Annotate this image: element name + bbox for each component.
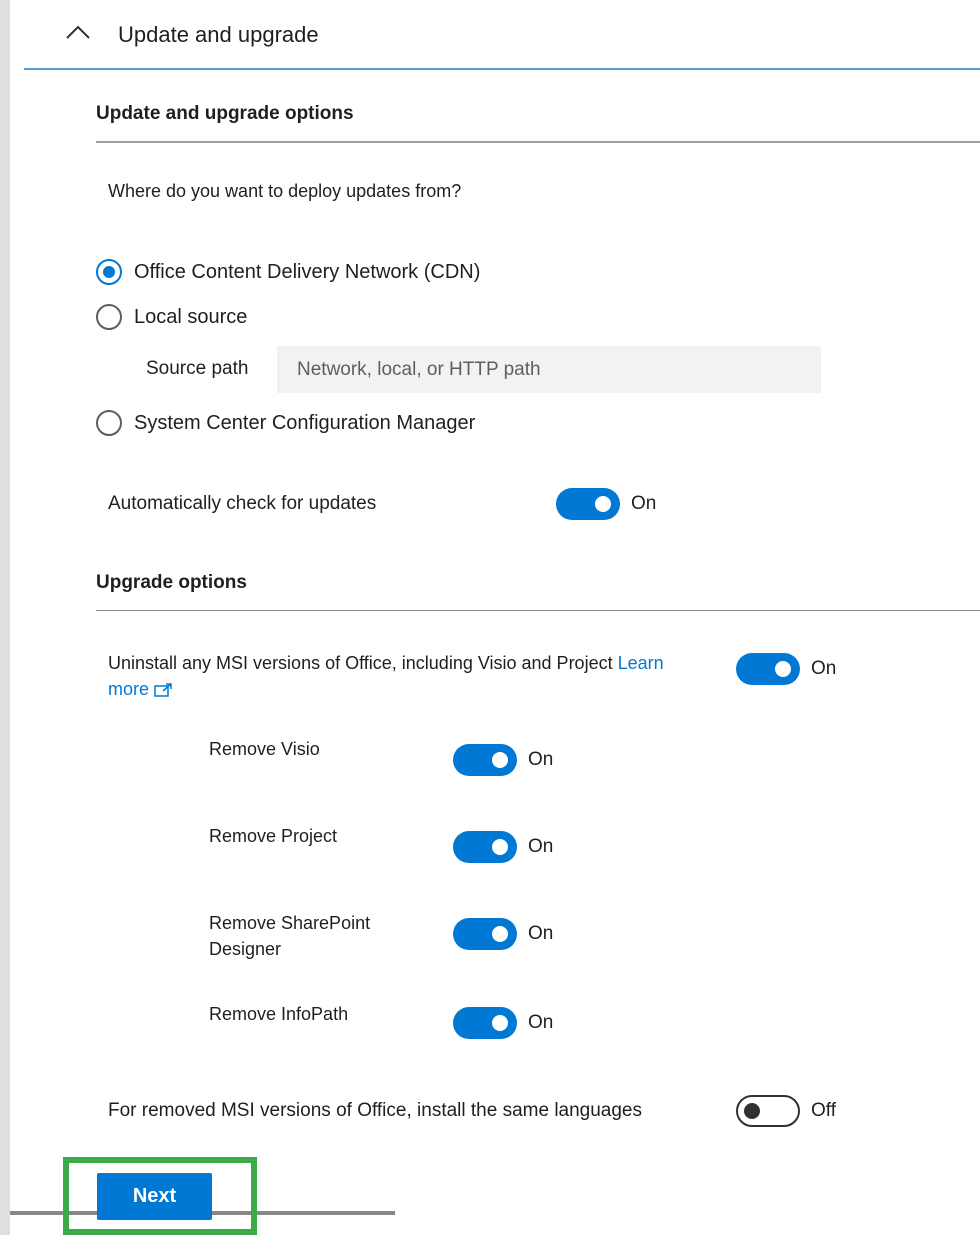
radio-local-source[interactable]: [96, 304, 122, 330]
auto-check-state: On: [631, 493, 657, 514]
update-options-heading: Update and upgrade options: [96, 103, 354, 124]
radio-local-source-label[interactable]: Local source: [134, 306, 247, 329]
radio-cdn-label[interactable]: Office Content Delivery Network (CDN): [134, 261, 480, 284]
remove-project-state: On: [528, 836, 554, 857]
remove-infopath-state: On: [528, 1012, 554, 1033]
next-button-highlight: [63, 1157, 257, 1235]
divider: [96, 610, 980, 611]
uninstall-msi-toggle[interactable]: [736, 653, 800, 685]
chevron-up-icon[interactable]: [64, 22, 92, 42]
external-link-icon[interactable]: [153, 682, 173, 698]
divider: [96, 141, 980, 143]
remove-visio-toggle[interactable]: [453, 744, 517, 776]
remove-sharepoint-toggle[interactable]: [453, 918, 517, 950]
same-languages-state: Off: [811, 1100, 836, 1121]
remove-visio-state: On: [528, 749, 554, 770]
remove-sharepoint-label-line1: Remove SharePoint: [209, 913, 371, 933]
remove-sharepoint-label-line2: Designer: [209, 939, 282, 959]
section-title[interactable]: Update and upgrade: [118, 22, 319, 48]
uninstall-msi-text: Uninstall any MSI versions of Office, in…: [108, 653, 613, 673]
source-path-input[interactable]: [277, 346, 821, 393]
remove-infopath-label: Remove InfoPath: [209, 1004, 349, 1024]
source-path-label: Source path: [146, 358, 249, 379]
radio-cdn[interactable]: [96, 259, 122, 285]
remove-sharepoint-state: On: [528, 923, 554, 944]
uninstall-msi-state: On: [811, 658, 837, 679]
radio-sccm-label[interactable]: System Center Configuration Manager: [134, 412, 475, 435]
upgrade-options-heading: Upgrade options: [96, 572, 247, 593]
radio-sccm[interactable]: [96, 410, 122, 436]
remove-project-toggle[interactable]: [453, 831, 517, 863]
remove-infopath-toggle[interactable]: [453, 1007, 517, 1039]
uninstall-msi-label: Uninstall any MSI versions of Office, in…: [108, 650, 708, 702]
auto-check-toggle[interactable]: [556, 488, 620, 520]
auto-check-label: Automatically check for updates: [108, 493, 377, 514]
remove-visio-label: Remove Visio: [209, 739, 320, 759]
remove-project-label: Remove Project: [209, 826, 338, 846]
same-languages-toggle[interactable]: [736, 1095, 800, 1127]
same-languages-label: For removed MSI versions of Office, inst…: [108, 1100, 643, 1121]
left-edge-bar: [0, 0, 10, 1235]
deploy-question: Where do you want to deploy updates from…: [108, 181, 462, 201]
